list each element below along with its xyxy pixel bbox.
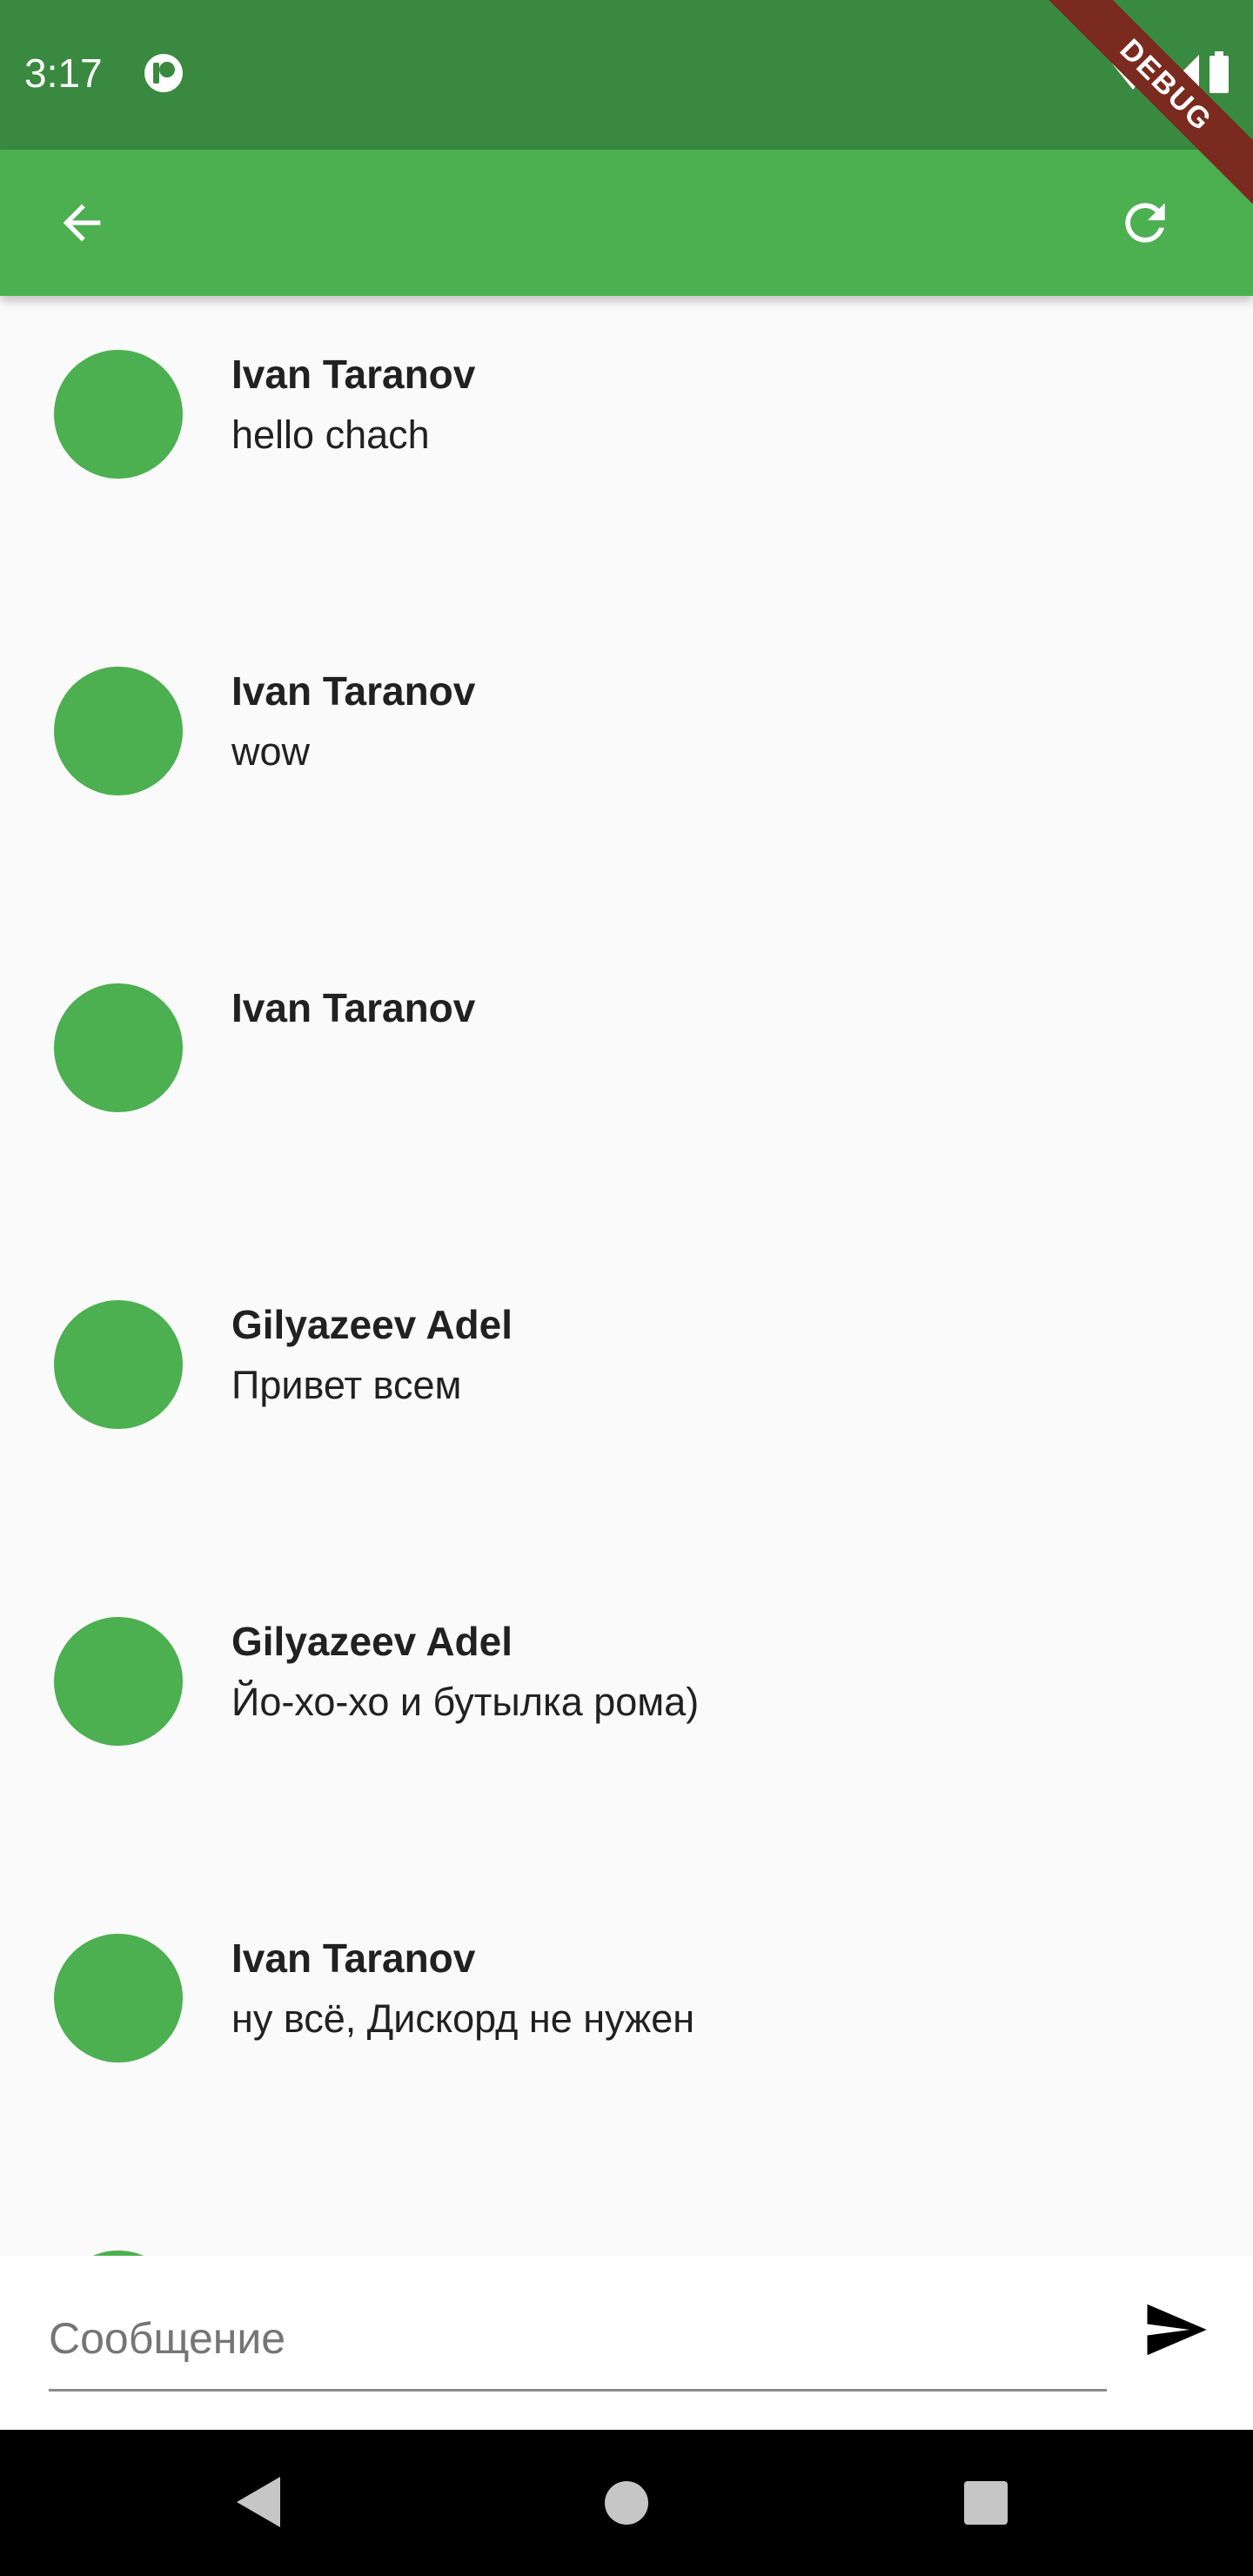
send-button[interactable] bbox=[1136, 2291, 1215, 2369]
message-text: wow bbox=[231, 729, 311, 774]
avatar bbox=[54, 667, 183, 795]
nav-home-icon[interactable] bbox=[604, 2480, 649, 2530]
message-item[interactable]: Ivan Taranov wow bbox=[0, 613, 1253, 929]
message-item[interactable]: Gilyazeev Adel Привет всем bbox=[0, 1246, 1253, 1563]
arrow-back-icon bbox=[63, 204, 101, 242]
avatar bbox=[54, 1300, 183, 1429]
message-item[interactable]: Gilyazeev Adel Йо-хо-хо и бутылка рома) bbox=[0, 1563, 1253, 1880]
message-author: Ivan Taranov bbox=[231, 668, 476, 714]
nav-recents-icon[interactable] bbox=[963, 2480, 1008, 2530]
message-item[interactable]: Ivan Taranov bbox=[0, 929, 1253, 1246]
message-author: Ivan Taranov bbox=[231, 352, 476, 397]
refresh-button[interactable] bbox=[1109, 186, 1182, 259]
signal-icon bbox=[1163, 53, 1201, 96]
message-text: Привет всем bbox=[231, 1363, 462, 1407]
nav-back-icon[interactable] bbox=[235, 2475, 282, 2533]
avatar bbox=[54, 1617, 183, 1746]
message-item[interactable]: Ivan Taranov ну всё, Дискорд не нужен bbox=[0, 1880, 1253, 2197]
wifi-icon bbox=[1110, 53, 1156, 96]
message-text: ну всё, Дискорд не нужен bbox=[231, 1996, 695, 2041]
message-list[interactable]: Ivan Taranov hello chach Ivan Taranov wo… bbox=[0, 296, 1253, 2256]
message-composer bbox=[0, 2256, 1253, 2430]
status-icons bbox=[1110, 50, 1230, 97]
message-author: Ivan Taranov bbox=[231, 985, 476, 1030]
status-time: 3:17 bbox=[24, 50, 103, 96]
refresh-icon bbox=[1125, 203, 1165, 243]
message-item[interactable]: Ivan Taranov hello chach bbox=[0, 296, 1253, 613]
message-author: Gilyazeev Adel bbox=[231, 1619, 513, 1664]
avatar bbox=[54, 983, 183, 1112]
message-item-partial[interactable] bbox=[0, 2197, 1253, 2256]
notification-app-icon bbox=[143, 52, 184, 94]
battery-icon bbox=[1208, 50, 1230, 97]
send-icon bbox=[1147, 2304, 1207, 2356]
avatar bbox=[54, 350, 183, 479]
message-text: hello chach bbox=[231, 413, 430, 457]
app-bar bbox=[0, 150, 1253, 296]
message-text: Йо-хо-хо и бутылка рома) bbox=[231, 1680, 700, 1724]
back-button[interactable] bbox=[45, 186, 118, 259]
system-nav-bar bbox=[0, 2430, 1253, 2576]
message-author: Gilyazeev Adel bbox=[231, 1302, 513, 1347]
message-input[interactable] bbox=[49, 2287, 1107, 2392]
avatar bbox=[54, 1934, 183, 2063]
status-bar: 3:17 bbox=[0, 0, 1253, 150]
message-author: Ivan Taranov bbox=[231, 1935, 476, 1981]
